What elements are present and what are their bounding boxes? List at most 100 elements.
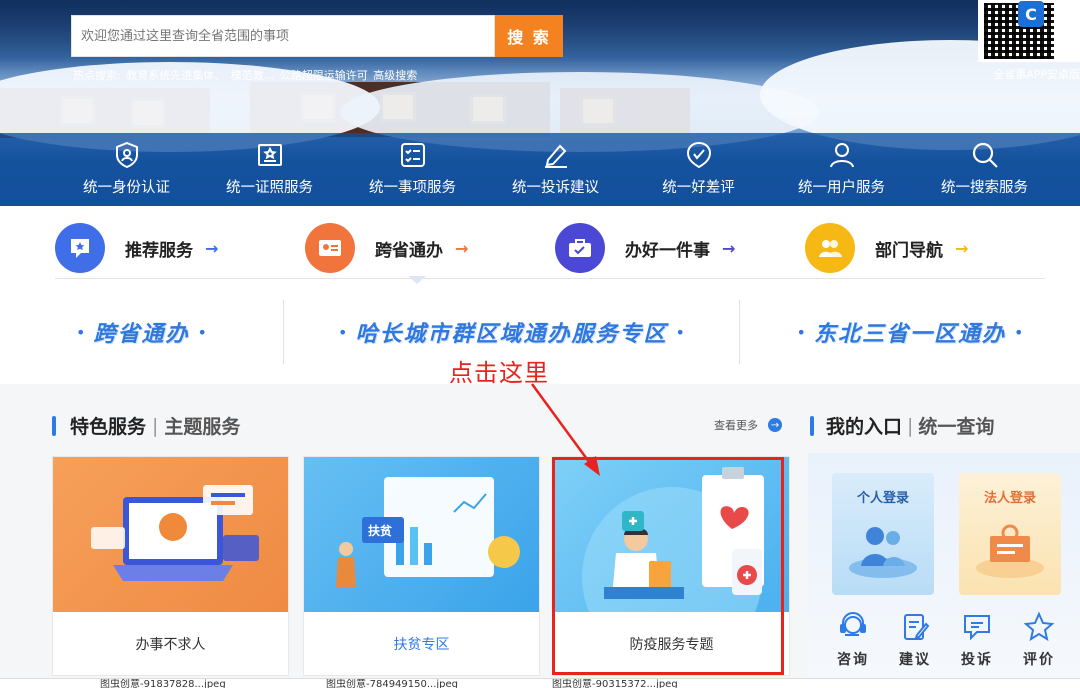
- arrow-right-icon: →: [722, 238, 736, 258]
- annotation-arrow-icon: [530, 383, 600, 476]
- tab-separator: |: [907, 414, 914, 437]
- service-label: 部门导航: [875, 240, 943, 261]
- nav-label: 统一搜索服务: [941, 180, 1028, 196]
- app-logo-icon: C: [1018, 1, 1044, 27]
- user-icon: [829, 143, 854, 168]
- nav-label: 统一用户服务: [798, 180, 885, 196]
- nav-identity-auth[interactable]: 统一身份认证: [55, 140, 198, 200]
- qr-label[interactable]: 全省事APP安卓版: [972, 66, 1080, 82]
- advanced-search-link[interactable]: 高级搜索: [373, 69, 417, 82]
- nav-label: 统一事项服务: [369, 180, 456, 196]
- evaluate-button[interactable]: 评价: [1008, 603, 1070, 688]
- feature-card[interactable]: 办事不求人: [52, 456, 289, 676]
- certificate-icon: [257, 144, 282, 166]
- region-northeast-link[interactable]: • 东北三省一区通办 •: [740, 300, 1080, 364]
- nav-complaint[interactable]: 统一投诉建议: [484, 140, 627, 200]
- view-more-label: 查看更多: [714, 419, 758, 432]
- dot-icon: •: [197, 322, 207, 342]
- region-label: 哈长城市群区域通办服务专区: [355, 322, 668, 347]
- person-group-icon: [849, 527, 917, 578]
- arrow-right-icon: →: [955, 238, 969, 258]
- dot-icon: •: [796, 322, 806, 342]
- personal-login-card[interactable]: 个人登录: [832, 473, 934, 595]
- id-card-icon: [305, 223, 355, 273]
- legal-login-card[interactable]: 法人登录: [959, 473, 1061, 595]
- tab-theme[interactable]: 主题服务: [164, 412, 240, 439]
- quick-label: 评价: [1023, 652, 1055, 668]
- pen-write-icon: [544, 144, 567, 168]
- nav-certificate[interactable]: 统一证照服务: [198, 140, 341, 200]
- legal-login-label: 法人登录: [983, 491, 1036, 506]
- region-cross-province-link[interactable]: • 跨省通办 •: [0, 300, 283, 364]
- chat-bubble-icon: [964, 615, 990, 641]
- cross-province-service[interactable]: 跨省通办 →: [305, 220, 555, 276]
- nav-evaluation[interactable]: 统一好差评: [627, 140, 770, 200]
- hot-search-row: 热点搜索: 教育系统先进集体、 模范教... 公路超限运输许可 高级搜索: [73, 67, 419, 83]
- thumb-badge-icon: [686, 141, 711, 169]
- hot-search-link[interactable]: 教育系统先进集体、: [126, 69, 225, 82]
- section-accent-bar: [52, 415, 56, 436]
- department-nav[interactable]: 部门导航 →: [805, 220, 1055, 276]
- tab-separator: |: [152, 414, 159, 437]
- suggest-button[interactable]: 建议: [884, 603, 946, 688]
- arrow-right-icon: →: [205, 238, 219, 258]
- nav-matters[interactable]: 统一事项服务: [341, 140, 484, 200]
- consult-button[interactable]: 咨询: [822, 603, 884, 688]
- hot-search-link[interactable]: 模范教...: [231, 69, 275, 82]
- nav-user-service[interactable]: 统一用户服务: [770, 140, 913, 200]
- headset-icon: [840, 612, 866, 636]
- personal-login-label: 个人登录: [856, 491, 909, 506]
- briefcase-icon: [555, 223, 605, 273]
- dot-icon: •: [76, 322, 86, 342]
- nav-label: 统一好差评: [662, 180, 735, 196]
- quick-label: 咨询: [837, 652, 869, 668]
- dot-icon: •: [338, 322, 348, 342]
- section-accent-bar: [810, 415, 814, 436]
- complain-button[interactable]: 投诉: [946, 603, 1008, 688]
- tab-my-entrance[interactable]: 我的入口: [826, 412, 902, 439]
- region-label: 跨省通办: [93, 322, 190, 347]
- downloads-bar: 图虫创意-91837828...jpeg 图虫创意-784949150...jp…: [0, 678, 1080, 688]
- poverty-relief-badge: 扶贫: [368, 524, 393, 538]
- service-label: 跨省通办: [375, 240, 443, 261]
- search-input[interactable]: [72, 16, 494, 56]
- download-item[interactable]: 图虫创意-90315372...jpeg: [552, 680, 678, 688]
- nav-label: 统一投诉建议: [512, 180, 599, 196]
- shield-user-icon: [115, 141, 138, 169]
- entrance-header: 我的入口 | 统一查询: [810, 412, 994, 439]
- unified-service-nav: 统一身份认证 统一证照服务 统一事项服务 统一投诉建议 统一好差评 统一用户服务…: [55, 140, 1080, 200]
- tab-unified-query[interactable]: 统一查询: [918, 412, 994, 439]
- quick-label: 投诉: [961, 652, 993, 668]
- download-item[interactable]: 图虫创意-91837828...jpeg: [100, 680, 226, 688]
- featured-section-header: 特色服务 | 主题服务: [52, 412, 240, 439]
- download-item[interactable]: 图虫创意-784949150...jpeg: [326, 680, 458, 688]
- page-root: 搜 索 热点搜索: 教育系统先进集体、 模范教... 公路超限运输许可 高级搜索…: [0, 0, 1080, 688]
- dot-icon: •: [1014, 322, 1024, 342]
- star-icon: [1023, 611, 1055, 642]
- region-label: 东北三省一区通办: [813, 322, 1006, 347]
- poverty-relief-illustration: 扶贫: [304, 457, 539, 612]
- hot-search-link[interactable]: 公路超限运输许可: [280, 69, 368, 82]
- one-thing-service[interactable]: 办好一件事 →: [555, 220, 805, 276]
- dot-icon: •: [675, 322, 685, 342]
- tab-featured[interactable]: 特色服务: [70, 412, 146, 439]
- star-chat-icon: [55, 223, 105, 273]
- recommended-service[interactable]: 推荐服务 →: [55, 220, 305, 276]
- business-card-icon: [976, 524, 1044, 578]
- edit-doc-icon: [904, 614, 930, 640]
- laptop-illustration: [53, 457, 288, 612]
- service-label: 推荐服务: [125, 240, 193, 261]
- arrow-right-icon: →: [455, 238, 469, 258]
- card-caption: 办事不求人: [135, 637, 206, 653]
- card-caption: 扶贫专区: [393, 637, 450, 653]
- service-nav-row: 推荐服务 → 跨省通办 → 办好一件事 → 部门导航 →: [55, 220, 1055, 276]
- search-button[interactable]: 搜 索: [495, 15, 563, 57]
- view-more-link[interactable]: 查看更多 →: [714, 417, 782, 433]
- service-label: 办好一件事: [625, 240, 710, 261]
- nav-label: 统一证照服务: [226, 180, 313, 196]
- search-box: [71, 15, 495, 57]
- feature-card[interactable]: 扶贫 扶贫专区: [303, 456, 540, 676]
- nav-search-service[interactable]: 统一搜索服务: [913, 140, 1056, 200]
- nav-label: 统一身份认证: [83, 180, 170, 196]
- arrow-right-icon: →: [768, 418, 782, 432]
